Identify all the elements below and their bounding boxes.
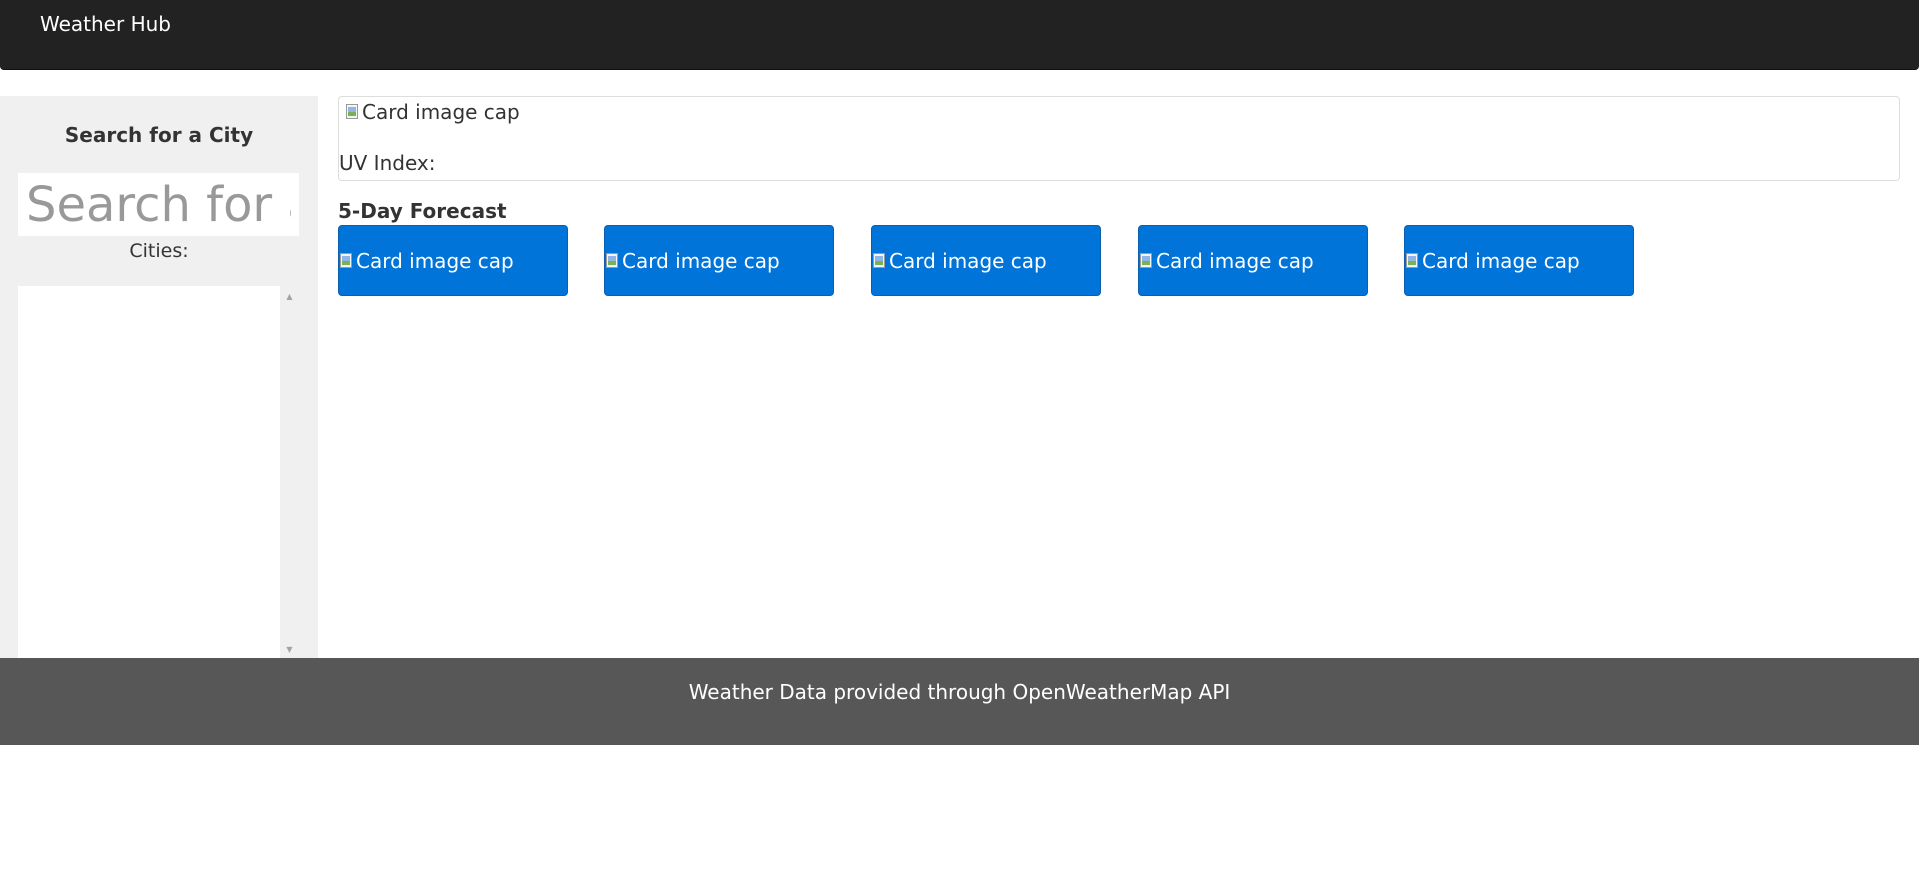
forecast-card: Card image cap bbox=[1138, 225, 1368, 296]
cities-list[interactable] bbox=[18, 286, 280, 658]
forecast-card-image: Card image cap bbox=[872, 249, 1047, 273]
navbar: Weather Hub bbox=[0, 0, 1919, 70]
forecast-card: Card image cap bbox=[604, 225, 834, 296]
broken-image-icon bbox=[872, 253, 888, 269]
sidebar-title: Search for a City bbox=[64, 123, 254, 147]
forecast-card-image: Card image cap bbox=[605, 249, 780, 273]
image-alt-text: Card image cap bbox=[1422, 249, 1580, 273]
broken-image-icon bbox=[1405, 253, 1421, 269]
uv-index-label: UV Index: bbox=[339, 151, 436, 175]
forecast-card-image: Card image cap bbox=[339, 249, 514, 273]
city-search-input[interactable] bbox=[18, 173, 299, 236]
forecast-card: Card image cap bbox=[338, 225, 568, 296]
scroll-down-arrow-icon[interactable]: ▼ bbox=[281, 645, 298, 654]
current-weather-card: Card image cap UV Index: bbox=[338, 96, 1900, 181]
forecast-card-image: Card image cap bbox=[1405, 249, 1580, 273]
forecast-card-image: Card image cap bbox=[1139, 249, 1314, 273]
footer: Weather Data provided through OpenWeathe… bbox=[0, 658, 1919, 745]
sidebar: Search for a City Cities: ▲ ▼ bbox=[0, 96, 318, 658]
brand-link[interactable]: Weather Hub bbox=[40, 12, 171, 36]
broken-image-icon bbox=[345, 104, 361, 120]
footer-text: Weather Data provided through OpenWeathe… bbox=[688, 680, 1231, 704]
image-alt-text: Card image cap bbox=[622, 249, 780, 273]
forecast-title: 5-Day Forecast bbox=[338, 199, 507, 223]
cities-list-scrollbar[interactable]: ▲ ▼ bbox=[281, 286, 298, 658]
image-alt-text: Card image cap bbox=[362, 100, 520, 124]
broken-image-icon bbox=[605, 253, 621, 269]
broken-image-icon bbox=[1139, 253, 1155, 269]
forecast-card: Card image cap bbox=[1404, 225, 1634, 296]
image-alt-text: Card image cap bbox=[356, 249, 514, 273]
image-alt-text: Card image cap bbox=[1156, 249, 1314, 273]
cities-label: Cities: bbox=[129, 240, 189, 262]
image-alt-text: Card image cap bbox=[889, 249, 1047, 273]
scroll-up-arrow-icon[interactable]: ▲ bbox=[281, 292, 298, 301]
broken-image-icon bbox=[339, 253, 355, 269]
forecast-card: Card image cap bbox=[871, 225, 1101, 296]
current-weather-image: Card image cap bbox=[345, 100, 520, 124]
